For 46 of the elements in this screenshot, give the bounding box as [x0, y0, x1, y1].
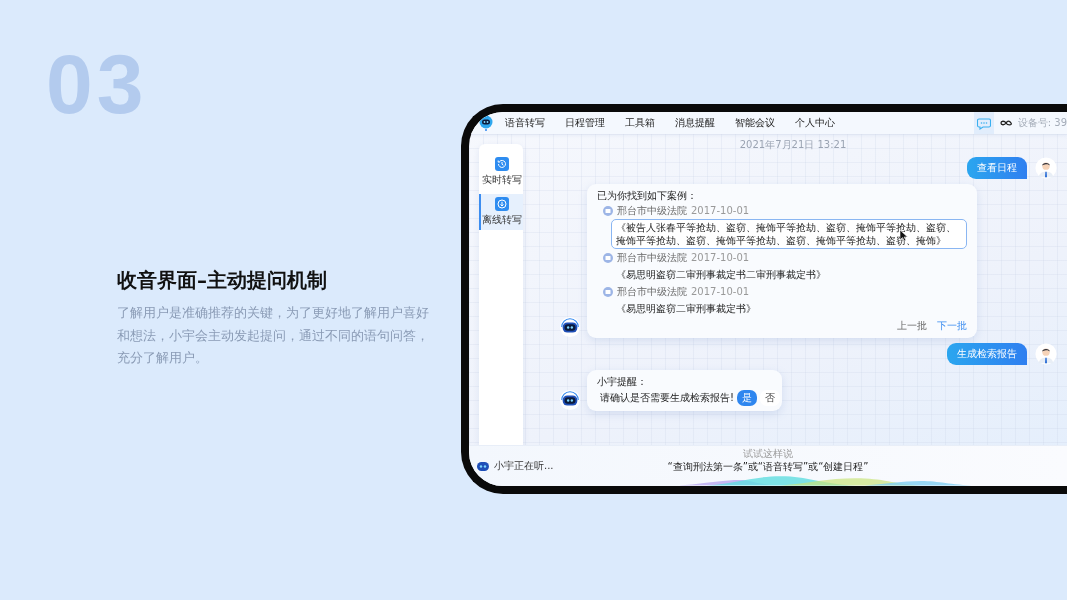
listening-status: 小宇正在听...	[494, 459, 554, 473]
confirm-question: 请确认是否需要生成检索报告!	[600, 391, 734, 405]
slide-title: 收音界面–主动提问机制	[117, 267, 327, 294]
case-date: 2017-10-01	[691, 204, 750, 217]
court-name: 邢台市中级法院	[617, 285, 687, 298]
court-icon	[603, 286, 613, 297]
case-title[interactable]: 《易思明盗窃二审刑事裁定书二审刑事裁定书》	[611, 266, 967, 283]
user-message-bubble: 生成检索报告	[947, 343, 1027, 365]
robot-icon	[477, 461, 489, 471]
answer-option[interactable]: 否	[760, 390, 780, 406]
history-icon	[495, 157, 509, 171]
court-icon	[603, 205, 613, 216]
user-avatar	[1035, 343, 1057, 365]
sidebar-tab[interactable]: 实时转写	[479, 154, 523, 190]
nav-menu-item[interactable]: 语音转写	[505, 116, 545, 130]
robot-avatar	[559, 389, 581, 411]
case-date: 2017-10-01	[691, 251, 750, 264]
answer-option[interactable]: 是	[737, 390, 757, 406]
case-title[interactable]: 《被告人张春平等抢劫、盗窃、掩饰平等抢劫、盗窃、掩饰平等抢劫、盗窃、掩饰平等抢劫、盗窃、掩饰平等抢劫、盗窃、掩饰平等抢劫、盗窃、掩饰》	[611, 219, 967, 249]
court-name: 邢台市中级法院	[617, 251, 687, 264]
robot-logo-icon	[479, 115, 493, 131]
infinity-icon[interactable]	[999, 119, 1012, 127]
court-icon	[603, 252, 613, 263]
robot-avatar	[559, 316, 581, 338]
court-name: 邢台市中级法院	[617, 204, 687, 217]
nav-menu-item[interactable]: 智能会议	[735, 116, 775, 130]
chat-bubble-icon	[976, 116, 991, 130]
device-number-label: 设备号: 39	[1017, 116, 1067, 130]
message-timestamp: 2021年7月21日 13:21	[739, 138, 847, 152]
user-message-bubble: 查看日程	[967, 157, 1027, 179]
previous-page-link[interactable]: 上一批	[897, 319, 927, 333]
next-page-link[interactable]: 下一批	[937, 319, 967, 333]
user-avatar	[1035, 157, 1057, 179]
case-date: 2017-10-01	[691, 285, 750, 298]
message-heading: 小宇提醒：	[597, 375, 648, 388]
sidebar-tab[interactable]: 离线转写	[479, 194, 523, 230]
download-icon	[495, 197, 509, 211]
nav-menu-item[interactable]: 消息提醒	[675, 116, 715, 130]
nav-menu-item[interactable]: 日程管理	[565, 116, 605, 130]
message-heading: 已为你找到如下案例：	[597, 189, 698, 202]
hint-label: 试试这样说	[743, 448, 793, 460]
slide-description: 了解用户是准确推荐的关键，为了更好地了解用户喜好和想法，小宇会主动发起提问，通过不同的语句问答，充分了解用户。	[117, 304, 430, 367]
nav-menu-item[interactable]: 工具箱	[625, 116, 655, 130]
nav-menu-item[interactable]: 个人中心	[795, 116, 835, 130]
voice-command-hint: “查询刑法第一条”或“语音转写”或“创建日程”	[667, 460, 869, 474]
case-title[interactable]: 《易思明盗窃二审刑事裁定书》	[611, 300, 967, 317]
